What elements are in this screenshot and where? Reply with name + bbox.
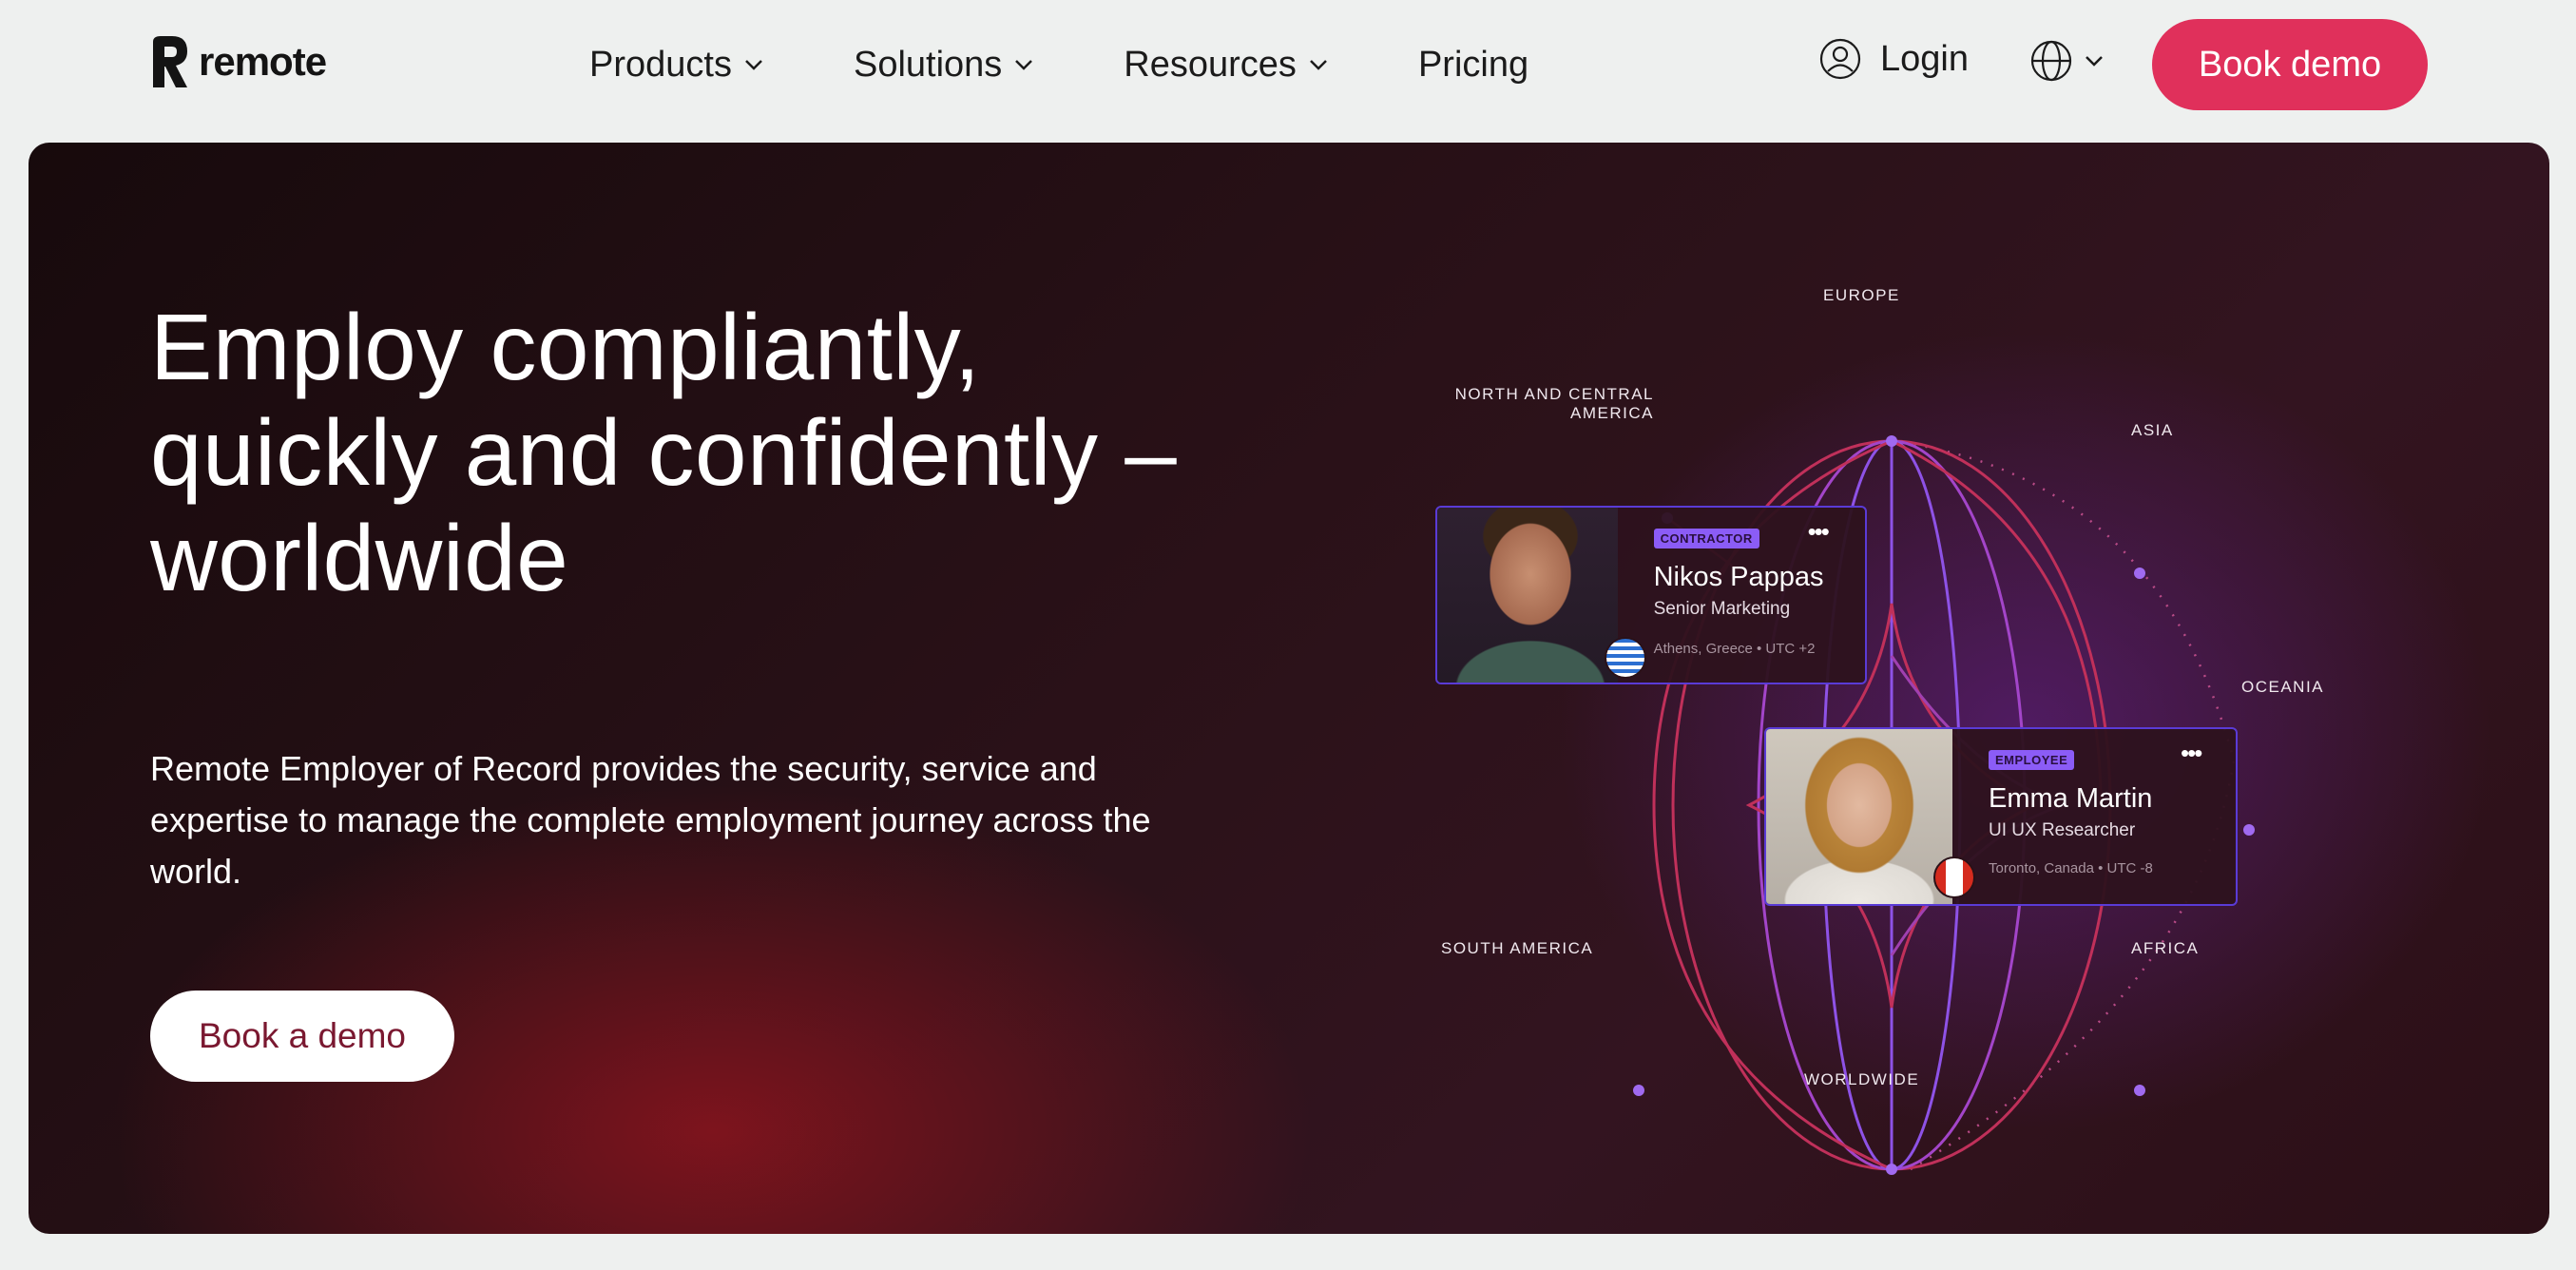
hero-section: Employ compliantly, quickly and confiden…: [29, 143, 2549, 1234]
region-oceania: OCEANIA: [2241, 678, 2325, 696]
europe-dot: [1886, 435, 1897, 447]
menu-resources[interactable]: Resources: [1124, 36, 1329, 93]
menu-solutions-label: Solutions: [853, 44, 1003, 85]
menu-solutions[interactable]: Solutions: [854, 36, 1034, 93]
menu-products-label: Products: [589, 44, 732, 85]
profile-card-employee[interactable]: EMPLOYEE Emma Martin UI UX Researcher To…: [1764, 727, 2238, 906]
employee-badge: EMPLOYEE: [1989, 750, 2075, 770]
hero-subtext: Remote Employer of Record provides the s…: [150, 749, 1151, 891]
region-asia: ASIA: [2131, 421, 2174, 439]
book-demo-button[interactable]: Book demo: [2152, 19, 2428, 110]
region-europe: EUROPE: [1823, 286, 1900, 304]
menu-products[interactable]: Products: [589, 36, 764, 93]
card-location-city: Toronto, Canada: [1989, 860, 2094, 876]
worldwide-dot: [1886, 1164, 1897, 1175]
menu-pricing[interactable]: Pricing: [1418, 36, 1528, 93]
card-location-city: Athens, Greece: [1653, 641, 1753, 657]
chevron-down-icon: [1310, 60, 1327, 70]
remote-logo-icon: [153, 36, 187, 87]
chevron-down-icon: [1015, 60, 1033, 70]
more-options-icon[interactable]: •••: [2181, 739, 2202, 768]
region-africa: AFRICA: [2131, 939, 2200, 957]
card-location: Toronto, Canada • UTC -8: [1989, 860, 2153, 876]
login-link[interactable]: Login: [1819, 38, 1969, 80]
separator-dot: •: [1756, 641, 1766, 657]
user-icon: [1819, 38, 1861, 80]
language-selector[interactable]: [2030, 40, 2105, 82]
region-north-america: NORTH AND CENTRAL AMERICA: [1407, 385, 1654, 423]
south-america-dot: [1633, 1085, 1644, 1096]
region-worldwide: WORLDWIDE: [1804, 1070, 1920, 1088]
region-north-america-line2: AMERICA: [1570, 404, 1654, 422]
card-name: Emma Martin: [1989, 783, 2153, 814]
asia-dot: [2134, 568, 2145, 579]
globe-icon: [2030, 40, 2072, 82]
card-utc: UTC -8: [2106, 860, 2153, 876]
remote-logo[interactable]: remote: [149, 34, 327, 89]
menu-resources-label: Resources: [1124, 44, 1297, 85]
region-north-america-line1: NORTH AND CENTRAL: [1454, 385, 1654, 403]
region-south-america: SOUTH AMERICA: [1441, 939, 1594, 957]
card-location: Athens, Greece • UTC +2: [1654, 641, 1816, 657]
top-navigation: remote Products Solutions Resources Pric…: [0, 0, 2576, 129]
menu-pricing-label: Pricing: [1417, 44, 1529, 85]
hero-headline: Employ compliantly, quickly and confiden…: [150, 295, 1178, 610]
card-name: Nikos Pappas: [1653, 562, 1824, 592]
card-body: CONTRACTOR Nikos Pappas Senior Marketing…: [1618, 508, 1865, 683]
africa-dot: [2134, 1085, 2145, 1096]
chevron-down-icon: [2086, 56, 2103, 67]
contractor-badge: CONTRACTOR: [1653, 529, 1759, 548]
card-role: Senior Marketing: [1653, 599, 1791, 619]
card-body: EMPLOYEE Emma Martin UI UX Researcher To…: [1952, 729, 2236, 904]
chevron-down-icon: [745, 60, 762, 70]
logo-wordmark: remote: [199, 39, 327, 84]
card-role: UI UX Researcher: [1989, 820, 2136, 840]
book-a-demo-button[interactable]: Book a demo: [150, 991, 454, 1082]
more-options-icon[interactable]: •••: [1808, 517, 1830, 547]
profile-photo: [1437, 508, 1646, 683]
separator-dot: •: [2098, 860, 2107, 876]
oceania-dot: [2243, 824, 2255, 836]
profile-card-contractor[interactable]: CONTRACTOR Nikos Pappas Senior Marketing…: [1435, 506, 1867, 684]
card-utc: UTC +2: [1765, 641, 1816, 657]
main-menu: Products Solutions Resources Pricing: [589, 36, 1618, 93]
login-label: Login: [1880, 38, 1969, 79]
profile-photo: [1766, 729, 1975, 904]
